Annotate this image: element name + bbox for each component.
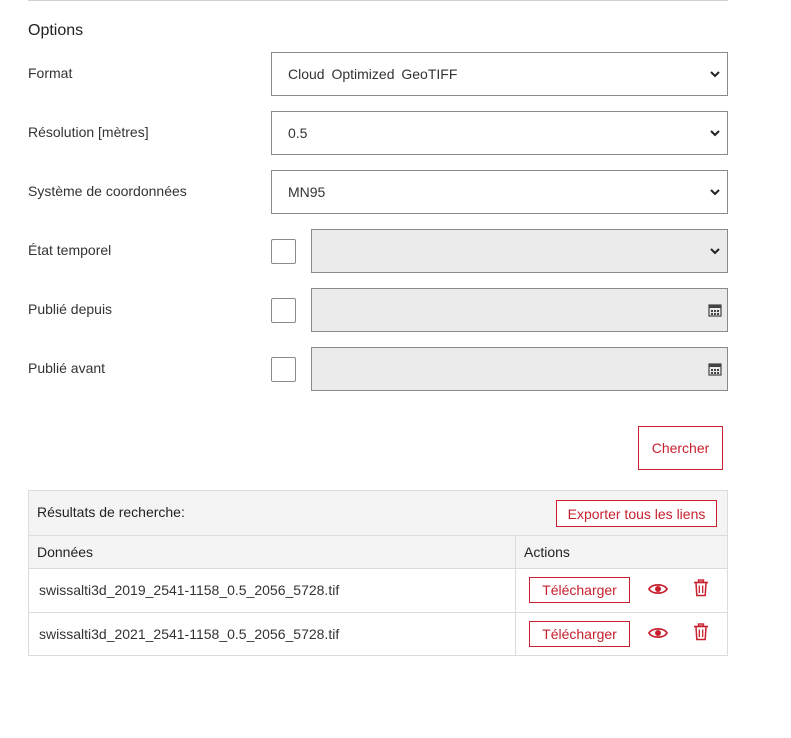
format-select-value: Cloud Optimized GeoTIFF xyxy=(288,66,458,82)
file-name: swissalti3d_2019_2541-1158_0.5_2056_5728… xyxy=(39,582,340,598)
eye-icon[interactable] xyxy=(648,625,668,641)
eye-icon[interactable] xyxy=(648,581,668,597)
chevron-down-icon xyxy=(710,248,720,255)
calendar-icon[interactable] xyxy=(708,303,722,317)
crs-label: Système de coordonnées xyxy=(28,183,187,199)
published-before-checkbox[interactable] xyxy=(271,357,296,382)
results-panel: Résultats de recherche: Exporter tous le… xyxy=(28,490,728,656)
temporal-checkbox[interactable] xyxy=(271,239,296,264)
file-name: swissalti3d_2021_2541-1158_0.5_2056_5728… xyxy=(39,626,340,642)
results-column-headers: Données Actions xyxy=(29,536,727,569)
published-since-label: Publié depuis xyxy=(28,301,113,317)
resolution-select-value: 0.5 xyxy=(288,125,308,141)
published-before-date-input[interactable] xyxy=(311,347,728,391)
column-header-actions: Actions xyxy=(524,544,570,560)
download-button[interactable]: Télécharger xyxy=(529,621,630,647)
published-before-label: Publié avant xyxy=(28,360,106,376)
trash-icon[interactable] xyxy=(693,623,709,641)
resolution-select[interactable]: 0.5 xyxy=(271,111,728,155)
calendar-icon[interactable] xyxy=(708,362,722,376)
crs-select-value: MN95 xyxy=(288,184,326,200)
results-header: Résultats de recherche: Exporter tous le… xyxy=(29,491,727,536)
chevron-down-icon xyxy=(710,130,720,137)
chevron-down-icon xyxy=(710,189,720,196)
temporal-label: État temporel xyxy=(28,242,112,258)
published-since-checkbox[interactable] xyxy=(271,298,296,323)
resolution-label: Résolution [mètres] xyxy=(28,124,149,140)
table-row: swissalti3d_2021_2541-1158_0.5_2056_5728… xyxy=(29,612,727,656)
format-select[interactable]: Cloud Optimized GeoTIFF xyxy=(271,52,728,96)
column-header-data: Données xyxy=(37,544,94,560)
temporal-select[interactable] xyxy=(311,229,728,273)
published-since-date-input[interactable] xyxy=(311,288,728,332)
format-label: Format xyxy=(28,65,73,81)
trash-icon[interactable] xyxy=(693,579,709,597)
export-all-links-button[interactable]: Exporter tous les liens xyxy=(556,500,717,527)
options-title: Options xyxy=(28,22,84,39)
crs-select[interactable]: MN95 xyxy=(271,170,728,214)
search-button[interactable]: Chercher xyxy=(638,426,723,470)
top-divider xyxy=(28,0,728,1)
download-button[interactable]: Télécharger xyxy=(529,577,630,603)
results-title: Résultats de recherche: xyxy=(37,504,185,520)
chevron-down-icon xyxy=(710,71,720,78)
table-row: swissalti3d_2019_2541-1158_0.5_2056_5728… xyxy=(29,568,727,613)
